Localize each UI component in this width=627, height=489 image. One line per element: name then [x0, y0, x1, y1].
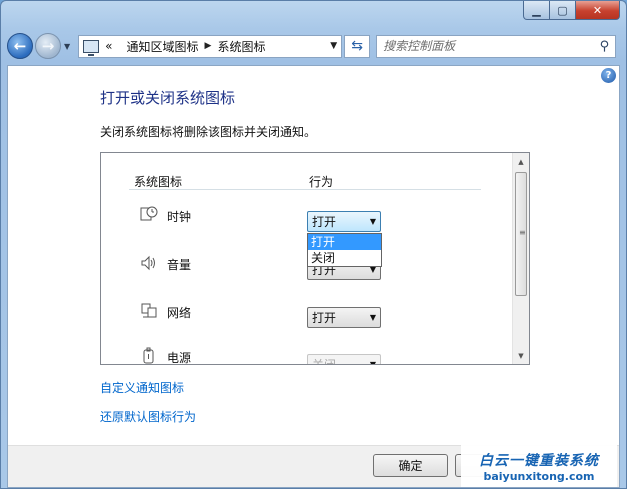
refresh-button[interactable]: ⇆	[344, 34, 371, 58]
network-behavior-select[interactable]: 打开 ▼	[307, 307, 381, 328]
search-box[interactable]: ⚲	[376, 34, 617, 58]
address-dropdown-icon[interactable]: ▼	[330, 41, 337, 51]
breadcrumb-overflow[interactable]: «	[105, 39, 112, 53]
row-label-power: 电源	[167, 351, 192, 365]
scroll-down-icon[interactable]: ▼	[513, 347, 529, 364]
control-panel-window: ▁ ▢ ✕ ← → ▼ « 通知区域图标 ▶ 系统图标 ▼ ⇆ ⚲ ? 打开或关…	[0, 0, 627, 489]
minimize-button[interactable]: ▁	[523, 1, 550, 20]
arrow-right-icon: →	[41, 37, 55, 55]
control-panel-icon	[83, 39, 100, 56]
watermark-title: 白云一键重装系统	[479, 452, 599, 469]
search-icon[interactable]: ⚲	[600, 39, 610, 54]
clock-behavior-value: 打开	[312, 215, 337, 229]
network-behavior-value: 打开	[312, 311, 337, 325]
dialog-footer: 确定 白云一键重装系统 baiyunxitong.com	[8, 445, 619, 487]
row-label-network: 网络	[167, 306, 192, 320]
header-divider	[129, 189, 481, 190]
close-button[interactable]: ✕	[576, 1, 620, 20]
help-icon[interactable]: ?	[601, 68, 616, 83]
restore-default-behaviors-link[interactable]: 还原默认图标行为	[100, 408, 196, 425]
dropdown-option-off[interactable]: 关闭	[308, 250, 381, 266]
column-header-icon: 系统图标	[134, 175, 183, 189]
system-icons-list[interactable]: 系统图标 行为 时钟 打开 ▼ 打开 关闭 音量 打开 ▼ 网络 打开 ▼ 电源…	[100, 152, 530, 365]
breadcrumb-separator-icon[interactable]: ▶	[205, 41, 212, 51]
dropdown-option-on[interactable]: 打开	[308, 234, 381, 250]
clock-behavior-select[interactable]: 打开 ▼	[307, 211, 381, 232]
watermark-logo: 白云一键重装系统 baiyunxitong.com	[461, 445, 617, 487]
list-scrollbar[interactable]: ▲ ≡ ▼	[512, 153, 529, 364]
power-behavior-value: 关闭	[312, 358, 337, 365]
speaker-icon	[139, 254, 159, 272]
behavior-dropdown-list[interactable]: 打开 关闭	[307, 233, 382, 267]
content-area: ? 打开或关闭系统图标 关闭系统图标将删除该图标并关闭通知。 系统图标 行为 时…	[7, 65, 620, 488]
breadcrumb-notification-icons[interactable]: 通知区域图标	[127, 38, 199, 55]
forward-button[interactable]: →	[35, 33, 61, 59]
page-description: 关闭系统图标将删除该图标并关闭通知。	[100, 125, 317, 139]
ok-button[interactable]: 确定	[373, 454, 448, 477]
power-behavior-select[interactable]: 关闭 ▼	[307, 354, 381, 365]
power-icon	[139, 347, 159, 364]
watermark-url: baiyunxitong.com	[483, 469, 595, 483]
column-header-behavior: 行为	[309, 175, 334, 189]
scrollbar-thumb[interactable]: ≡	[515, 172, 527, 296]
maximize-button[interactable]: ▢	[550, 1, 576, 20]
recent-pages-dropdown[interactable]: ▼	[64, 42, 70, 51]
grip-icon: ≡	[519, 228, 526, 237]
row-label-volume: 音量	[167, 258, 192, 272]
breadcrumb-system-icons[interactable]: 系统图标	[217, 38, 265, 55]
scroll-up-icon[interactable]: ▲	[513, 153, 529, 170]
chevron-down-icon: ▼	[369, 217, 376, 226]
arrow-left-icon: ←	[13, 37, 27, 55]
chevron-down-icon: ▼	[369, 360, 376, 365]
row-label-clock: 时钟	[167, 210, 192, 224]
chevron-down-icon: ▼	[369, 313, 376, 322]
refresh-icon: ⇆	[351, 38, 364, 54]
caption-buttons: ▁ ▢ ✕	[523, 1, 620, 20]
navigation-bar: ← → ▼ « 通知区域图标 ▶ 系统图标 ▼ ⇆ ⚲	[7, 31, 620, 61]
page-title: 打开或关闭系统图标	[100, 89, 236, 107]
customize-notification-icons-link[interactable]: 自定义通知图标	[100, 379, 184, 396]
back-button[interactable]: ←	[7, 33, 33, 59]
network-icon	[139, 302, 159, 320]
search-input[interactable]	[383, 39, 600, 53]
clock-icon	[139, 205, 159, 223]
address-bar[interactable]: « 通知区域图标 ▶ 系统图标 ▼	[78, 34, 343, 58]
